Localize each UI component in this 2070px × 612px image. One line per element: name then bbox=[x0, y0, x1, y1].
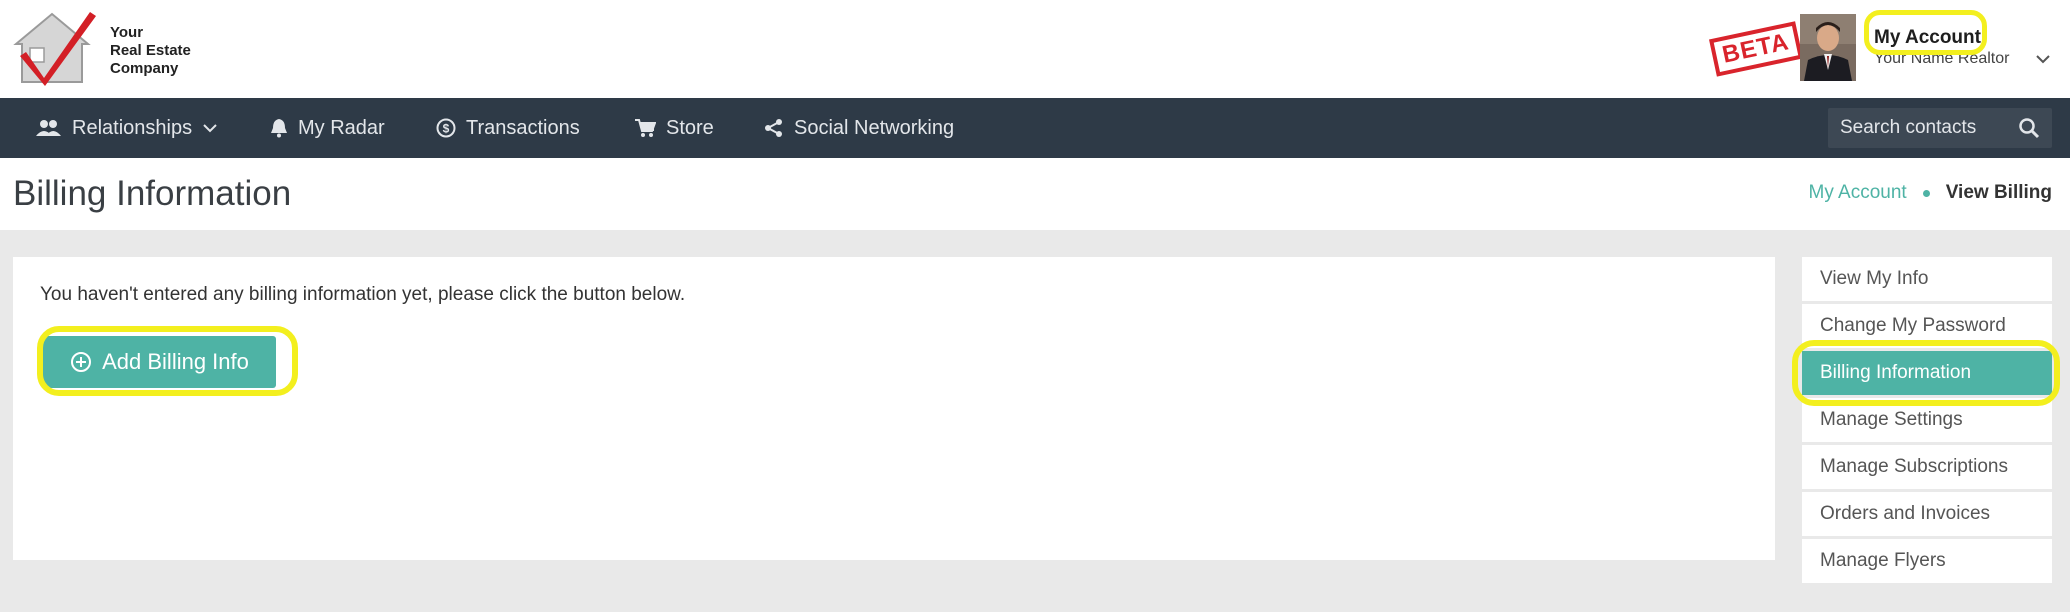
highlight-annotation bbox=[1864, 10, 1987, 55]
highlight-annotation bbox=[37, 326, 298, 396]
bell-icon bbox=[271, 119, 287, 138]
billing-panel: You haven't entered any billing informat… bbox=[13, 257, 1775, 560]
user-photo-icon bbox=[1800, 14, 1856, 81]
nav-label: My Radar bbox=[298, 116, 385, 139]
breadcrumb-current: View Billing bbox=[1945, 182, 2052, 203]
svg-text:$: $ bbox=[443, 122, 450, 136]
cart-icon bbox=[635, 119, 656, 137]
nav-label: Transactions bbox=[466, 116, 580, 139]
nav-label: Social Networking bbox=[794, 116, 955, 139]
breadcrumb: My Account View Billing bbox=[1809, 182, 2053, 204]
page-title: Billing Information bbox=[13, 174, 292, 213]
side-menu-manage-subscriptions[interactable]: Manage Subscriptions bbox=[1802, 445, 2052, 489]
logo-line: Company bbox=[110, 60, 179, 77]
main-navbar: Relationships My Radar $ Transactions St… bbox=[0, 98, 2070, 158]
header: Your Real Estate Company BETA My Account… bbox=[0, 0, 2070, 98]
house-check-logo-icon bbox=[13, 12, 96, 86]
nav-label: Store bbox=[666, 116, 714, 139]
nav-relationships[interactable]: Relationships bbox=[36, 98, 218, 158]
nav-transactions[interactable]: $ Transactions bbox=[436, 98, 580, 158]
nav-my-radar[interactable]: My Radar bbox=[270, 98, 385, 158]
page-title-bar: Billing Information My Account View Bill… bbox=[0, 158, 2070, 230]
search-input[interactable] bbox=[1828, 108, 2008, 148]
nav-store[interactable]: Store bbox=[634, 98, 714, 158]
share-icon bbox=[765, 119, 782, 137]
account-side-menu: View My Info Change My Password Billing … bbox=[1802, 257, 2052, 586]
highlight-annotation bbox=[1792, 340, 2060, 406]
chevron-down-icon bbox=[203, 124, 217, 133]
beta-badge: BETA bbox=[1709, 21, 1803, 77]
logo-text: Your Real Estate Company bbox=[110, 24, 191, 78]
search-contacts bbox=[1828, 108, 2052, 148]
breadcrumb-my-account-link[interactable]: My Account bbox=[1809, 182, 1907, 204]
logo-line: Your bbox=[110, 24, 144, 41]
no-billing-message: You haven't entered any billing informat… bbox=[40, 284, 686, 305]
chevron-down-icon[interactable] bbox=[2034, 50, 2052, 68]
breadcrumb-separator-dot bbox=[1922, 189, 1930, 197]
logo-line: Real Estate bbox=[110, 42, 191, 59]
avatar[interactable] bbox=[1800, 14, 1856, 81]
side-menu-orders-and-invoices[interactable]: Orders and Invoices bbox=[1802, 492, 2052, 536]
nav-social-networking[interactable]: Social Networking bbox=[764, 98, 954, 158]
side-menu-view-my-info[interactable]: View My Info bbox=[1802, 257, 2052, 301]
search-icon[interactable] bbox=[2018, 117, 2040, 139]
users-icon bbox=[36, 120, 61, 136]
side-menu-manage-flyers[interactable]: Manage Flyers bbox=[1802, 539, 2052, 583]
nav-label: Relationships bbox=[72, 116, 193, 139]
company-logo[interactable]: Your Real Estate Company bbox=[12, 8, 192, 86]
dollar-circle-icon: $ bbox=[436, 118, 456, 138]
